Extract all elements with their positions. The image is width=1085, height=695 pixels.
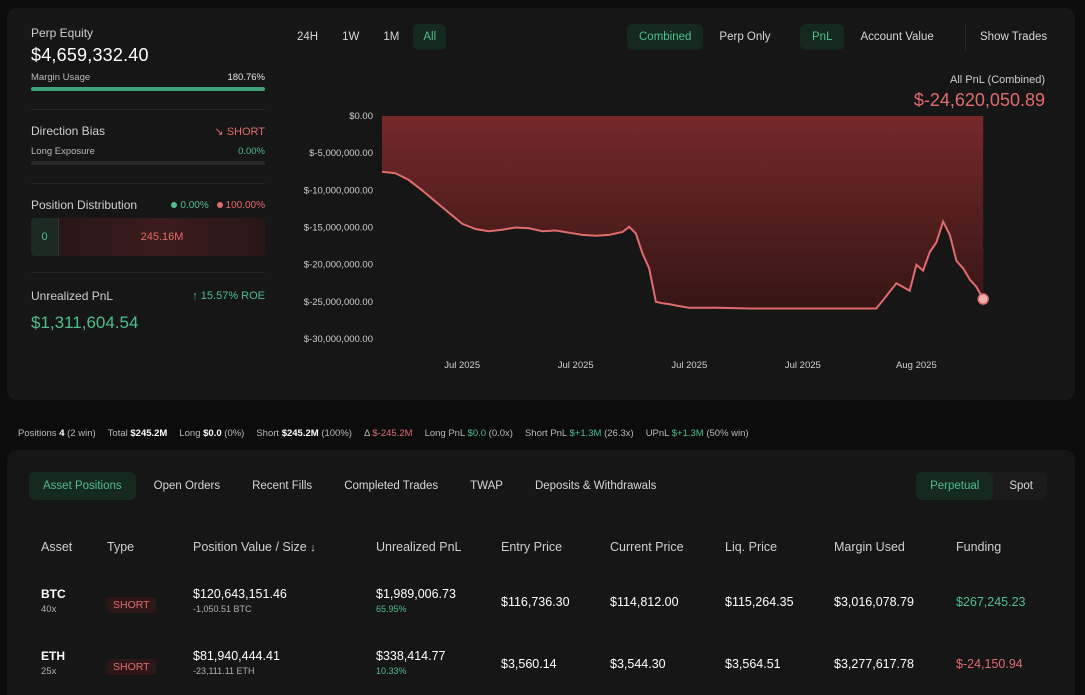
y-tick-label: $-5,000,000.00 — [309, 148, 373, 159]
x-tick-label: Jul 2025 — [785, 360, 821, 371]
x-tick-label: Jul 2025 — [444, 360, 480, 371]
y-tick-label: $0.00 — [349, 111, 373, 122]
y-tick-label: $-30,000,000.00 — [304, 334, 373, 345]
y-tick-label: $-25,000,000.00 — [304, 297, 373, 308]
col-type[interactable]: Type — [107, 540, 134, 554]
unrealized-pnl-pct: 65.95% — [376, 604, 407, 614]
summary-delta-label: Δ — [363, 428, 370, 439]
positions-card: Asset Positions Open Orders Recent Fills… — [7, 450, 1075, 695]
pnl-area — [382, 116, 984, 309]
col-margin-used[interactable]: Margin Used — [834, 540, 905, 554]
type-badge: SHORT — [107, 597, 156, 613]
funding: $267,245.23 — [956, 595, 1026, 609]
summary-total-value: $245.2M — [130, 428, 168, 439]
x-tick-label: Aug 2025 — [896, 360, 937, 371]
asset-name: BTC — [41, 587, 66, 601]
y-tick-label: $-15,000,000.00 — [304, 223, 373, 234]
col-asset[interactable]: Asset — [41, 540, 72, 554]
tab-asset-positions[interactable]: Asset Positions — [29, 472, 136, 500]
summary-short-pnl-label: Short PnL — [524, 428, 567, 439]
position-tabs: Asset Positions Open Orders Recent Fills… — [29, 472, 670, 500]
sort-down-icon: ↓ — [310, 542, 316, 554]
summary-long-value: $0.0 — [203, 428, 222, 439]
tab-perpetual[interactable]: Perpetual — [916, 472, 994, 500]
account-overview-card: Perp Equity $4,659,332.40 Margin Usage 1… — [7, 8, 1075, 400]
summary-long-pnl-x: (0.0x) — [488, 428, 513, 439]
summary-upnl-label: UPnL — [645, 428, 670, 439]
summary-long-label: Long — [179, 428, 201, 439]
summary-short-pnl-x: (26.3x) — [604, 428, 634, 439]
col-liq-price[interactable]: Liq. Price — [725, 540, 777, 554]
summary-positions-win: (2 win) — [67, 428, 96, 439]
y-tick-label: $-20,000,000.00 — [304, 260, 373, 271]
col-position-value-label: Position Value / Size — [193, 540, 307, 554]
summary-short-pnl-value: $+1.3M — [569, 428, 602, 439]
summary-upnl-value: $+1.3M — [671, 428, 704, 439]
unrealized-pnl-pct: 10.33% — [376, 666, 407, 676]
col-funding[interactable]: Funding — [956, 540, 1001, 554]
asset-leverage: 40x — [41, 604, 57, 615]
summary-total-label: Total — [107, 428, 128, 439]
col-unrealized-pnl[interactable]: Unrealized PnL — [376, 540, 461, 554]
tab-deposits-withdrawals[interactable]: Deposits & Withdrawals — [521, 472, 670, 500]
summary-upnl-win: (50% win) — [706, 428, 749, 439]
type-badge: SHORT — [107, 659, 156, 675]
tab-recent-fills[interactable]: Recent Fills — [238, 472, 326, 500]
unrealized-pnl: $1,989,006.73 — [376, 587, 456, 601]
x-tick-label: Jul 2025 — [558, 360, 594, 371]
margin-used: $3,277,617.78 — [834, 657, 914, 671]
summary-long-pct: (0%) — [224, 428, 245, 439]
tab-completed-trades[interactable]: Completed Trades — [330, 472, 452, 500]
pnl-endpoint — [977, 293, 989, 305]
position-value: $81,940,444.41 — [193, 649, 280, 663]
liq-price: $115,264.35 — [725, 595, 794, 609]
summary-delta-value: $-245.2M — [372, 428, 413, 439]
tab-twap[interactable]: TWAP — [456, 472, 517, 500]
margin-used: $3,016,078.79 — [834, 595, 914, 609]
tab-open-orders[interactable]: Open Orders — [140, 472, 234, 500]
summary-positions-count: 4 — [59, 428, 65, 439]
position-value: $120,643,151.46 — [193, 587, 287, 601]
entry-price: $116,736.30 — [501, 595, 570, 609]
summary-positions-label: Positions — [18, 428, 57, 439]
positions-summary: Positions 4 (2 win) Total $245.2M Long $… — [18, 428, 749, 439]
summary-long-pnl-value: $0.0 — [467, 428, 487, 439]
asset-leverage: 25x — [41, 666, 57, 677]
x-tick-label: Jul 2025 — [671, 360, 707, 371]
liq-price: $3,564.51 — [725, 657, 781, 671]
position-size: -1,050.51 BTC — [193, 604, 252, 614]
tab-spot[interactable]: Spot — [995, 472, 1047, 500]
funding: $-24,150.94 — [956, 657, 1023, 671]
pnl-chart: $0.00 $-5,000,000.00 $-10,000,000.00 $-15,0… — [304, 111, 989, 371]
summary-short-label: Short — [256, 428, 280, 439]
asset-name: ETH — [41, 649, 65, 663]
position-size: -23,111.11 ETH — [193, 666, 255, 676]
col-entry-price[interactable]: Entry Price — [501, 540, 562, 554]
col-current-price[interactable]: Current Price — [610, 540, 684, 554]
col-position-value[interactable]: Position Value / Size ↓ — [193, 540, 316, 554]
current-price: $3,544.30 — [610, 657, 666, 671]
summary-short-value: $245.2M — [281, 428, 319, 439]
unrealized-pnl: $338,414.77 — [376, 649, 446, 663]
summary-long-pnl-label: Long PnL — [424, 428, 465, 439]
market-tabs: Perpetual Spot — [916, 472, 1047, 500]
y-tick-label: $-10,000,000.00 — [304, 185, 373, 196]
entry-price: $3,560.14 — [501, 657, 557, 671]
current-price: $114,812.00 — [610, 595, 679, 609]
summary-short-pct: (100%) — [321, 428, 352, 439]
